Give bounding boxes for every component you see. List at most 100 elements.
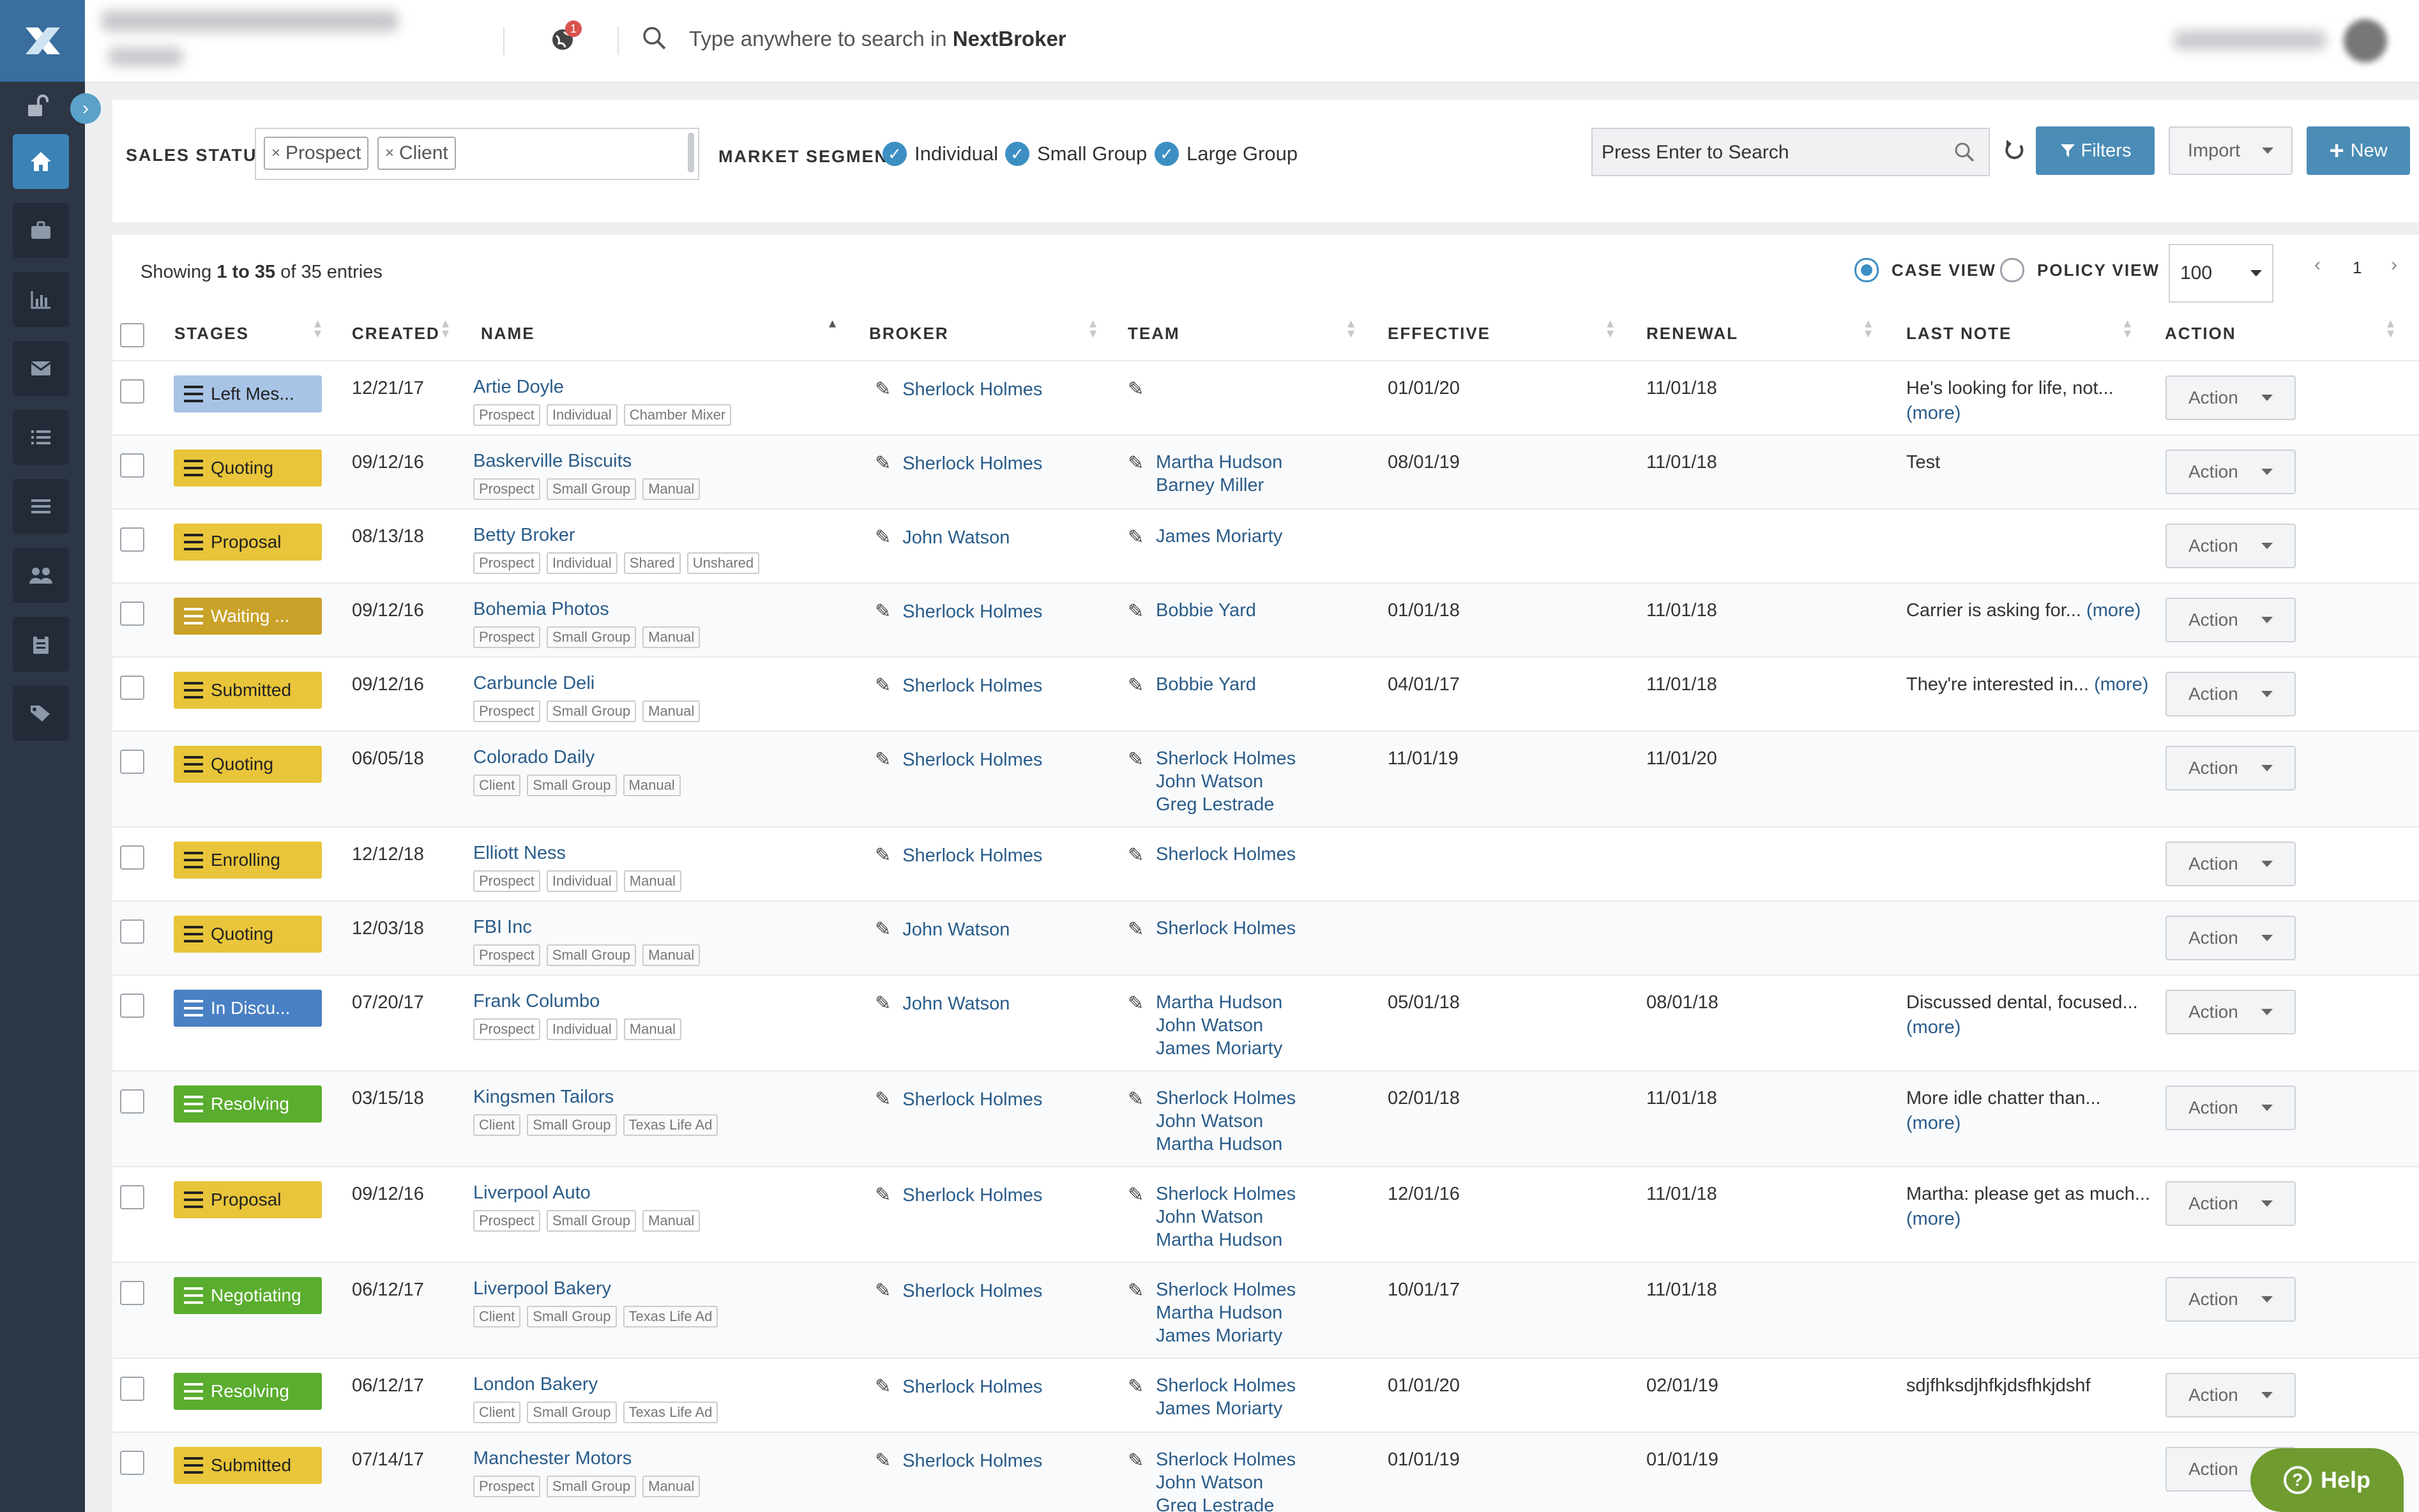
table-row[interactable]: Submitted 09/12/16 Carbuncle Deli Prospect S… bbox=[112, 656, 2419, 732]
row-checkbox[interactable] bbox=[120, 1089, 144, 1114]
stage-badge[interactable]: Enrolling bbox=[174, 842, 322, 879]
action-dropdown-button[interactable]: Action bbox=[2165, 524, 2296, 568]
sort-icon[interactable]: ▴ ▾ bbox=[2387, 316, 2394, 340]
row-checkbox[interactable] bbox=[120, 750, 144, 774]
col-created[interactable]: CREATED bbox=[352, 324, 440, 344]
edit-team-icon[interactable]: ✎ bbox=[1128, 600, 1144, 623]
sort-icon[interactable]: ▴ ▾ bbox=[2124, 316, 2131, 340]
case-name-link[interactable]: Baskerville Biscuits bbox=[473, 451, 632, 472]
action-dropdown-button[interactable]: Action bbox=[2165, 672, 2296, 716]
col-name[interactable]: NAME bbox=[481, 324, 535, 344]
chip-prospect[interactable]: × Prospect bbox=[264, 137, 369, 170]
team-member[interactable]: Sherlock Holmes bbox=[1156, 1088, 1296, 1111]
edit-broker-icon[interactable]: ✎ bbox=[875, 379, 891, 400]
remove-chip-icon[interactable]: × bbox=[385, 144, 394, 162]
edit-broker-icon[interactable]: ✎ bbox=[875, 527, 891, 548]
stage-badge[interactable]: Negotiating bbox=[174, 1277, 322, 1314]
col-broker[interactable]: BROKER bbox=[869, 324, 949, 344]
edit-team-icon[interactable]: ✎ bbox=[1128, 1280, 1144, 1302]
row-checkbox[interactable] bbox=[120, 994, 144, 1018]
edit-team-icon[interactable]: ✎ bbox=[1128, 1088, 1144, 1110]
stage-badge[interactable]: Proposal bbox=[174, 524, 322, 561]
sidebar-collapse-button[interactable]: › bbox=[70, 93, 101, 124]
more-link[interactable]: (more) bbox=[2086, 600, 2141, 621]
col-action[interactable]: ACTION bbox=[2165, 324, 2236, 344]
edit-broker-icon[interactable]: ✎ bbox=[875, 749, 891, 770]
case-name-link[interactable]: Manchester Motors bbox=[473, 1448, 632, 1469]
new-button[interactable]: + New bbox=[2307, 126, 2410, 175]
table-row[interactable]: Enrolling 12/12/18 Elliott Ness Prospect Ind… bbox=[112, 826, 2419, 902]
sort-icon[interactable]: ▴ ▾ bbox=[1347, 316, 1354, 340]
edit-team-icon[interactable]: ✎ bbox=[1128, 378, 1144, 400]
edit-broker-icon[interactable]: ✎ bbox=[875, 453, 891, 474]
stage-badge[interactable]: Quoting bbox=[174, 450, 322, 487]
col-team[interactable]: TEAM bbox=[1128, 324, 1180, 344]
col-stages[interactable]: STAGES bbox=[174, 324, 249, 344]
case-name-link[interactable]: FBI Inc bbox=[473, 917, 532, 938]
team-member[interactable]: James Moriarty bbox=[1156, 1326, 1296, 1349]
team-member[interactable]: Sherlock Holmes bbox=[1156, 1449, 1296, 1472]
page-size-select[interactable]: 100 bbox=[2169, 244, 2273, 303]
row-checkbox[interactable] bbox=[120, 379, 144, 404]
sidebar-item-contacts[interactable] bbox=[13, 548, 69, 603]
edit-broker-icon[interactable]: ✎ bbox=[875, 1089, 891, 1110]
table-row[interactable]: Resolving 03/15/18 Kingsmen Tailors Client S… bbox=[112, 1070, 2419, 1167]
sidebar-item-list[interactable] bbox=[13, 410, 69, 465]
case-name-link[interactable]: Frank Columbo bbox=[473, 991, 600, 1012]
sidebar-item-tags[interactable] bbox=[13, 686, 69, 741]
action-dropdown-button[interactable]: Action bbox=[2165, 916, 2296, 960]
sales-status-select[interactable]: × Prospect × Client bbox=[255, 128, 699, 180]
row-checkbox[interactable] bbox=[120, 527, 144, 552]
team-member[interactable]: Barney Miller bbox=[1156, 475, 1282, 498]
table-search-input[interactable]: Press Enter to Search bbox=[1591, 128, 1990, 176]
case-view-radio[interactable]: CASE VIEW bbox=[1854, 258, 1996, 282]
action-dropdown-button[interactable]: Action bbox=[2165, 1181, 2296, 1226]
table-row[interactable]: Submitted 07/14/17 Manchester Motors Prospe… bbox=[112, 1432, 2419, 1512]
row-checkbox[interactable] bbox=[120, 919, 144, 944]
team-member[interactable]: Sherlock Holmes bbox=[1156, 1280, 1296, 1303]
action-dropdown-button[interactable]: Action bbox=[2165, 375, 2296, 420]
policy-view-radio[interactable]: POLICY VIEW bbox=[2000, 258, 2160, 282]
col-last-note[interactable]: LAST NOTE bbox=[1906, 324, 2012, 344]
edit-broker-icon[interactable]: ✎ bbox=[875, 1280, 891, 1301]
stage-badge[interactable]: Resolving bbox=[174, 1373, 322, 1410]
edit-broker-icon[interactable]: ✎ bbox=[875, 1184, 891, 1206]
reset-icon[interactable] bbox=[2001, 138, 2027, 167]
edit-team-icon[interactable]: ✎ bbox=[1128, 992, 1144, 1015]
notifications-globe-icon[interactable]: 1 bbox=[550, 20, 582, 56]
action-dropdown-button[interactable]: Action bbox=[2165, 1277, 2296, 1322]
team-member[interactable]: Greg Lestrade bbox=[1156, 1495, 1296, 1512]
search-icon[interactable] bbox=[1953, 140, 1976, 163]
prev-page-button[interactable]: ‹ bbox=[2314, 254, 2321, 276]
table-row[interactable]: Quoting 12/03/18 FBI Inc Prospect Small Grou… bbox=[112, 900, 2419, 976]
filters-button[interactable]: Filters bbox=[2036, 126, 2155, 175]
sort-icon[interactable]: ▴ ▾ bbox=[442, 316, 449, 340]
row-checkbox[interactable] bbox=[120, 453, 144, 478]
action-dropdown-button[interactable]: Action bbox=[2165, 1373, 2296, 1418]
edit-broker-icon[interactable]: ✎ bbox=[875, 845, 891, 866]
edit-team-icon[interactable]: ✎ bbox=[1128, 1184, 1144, 1206]
edit-team-icon[interactable]: ✎ bbox=[1128, 1375, 1144, 1398]
team-member[interactable]: James Moriarty bbox=[1156, 1398, 1296, 1421]
edit-team-icon[interactable]: ✎ bbox=[1128, 1449, 1144, 1472]
sidebar-item-home[interactable] bbox=[13, 134, 69, 189]
team-member[interactable]: John Watson bbox=[1156, 1207, 1296, 1230]
table-row[interactable]: Proposal 09/12/16 Liverpool Auto Prospect Sm… bbox=[112, 1166, 2419, 1263]
case-name-link[interactable]: Liverpool Auto bbox=[473, 1183, 591, 1204]
table-row[interactable]: Left Mes... 12/21/17 Artie Doyle Prospect In… bbox=[112, 360, 2419, 435]
row-checkbox[interactable] bbox=[120, 1185, 144, 1209]
case-name-link[interactable]: Betty Broker bbox=[473, 525, 575, 546]
global-search-input[interactable]: Type anywhere to search in NextBroker bbox=[689, 27, 1066, 51]
team-member[interactable]: Martha Hudson bbox=[1156, 452, 1282, 475]
case-name-link[interactable]: Elliott Ness bbox=[473, 843, 566, 864]
edit-broker-icon[interactable]: ✎ bbox=[875, 993, 891, 1014]
stage-badge[interactable]: Submitted bbox=[174, 672, 322, 709]
case-name-link[interactable]: London Bakery bbox=[473, 1374, 598, 1395]
stage-badge[interactable]: Proposal bbox=[174, 1181, 322, 1218]
row-checkbox[interactable] bbox=[120, 845, 144, 870]
col-effective[interactable]: EFFECTIVE bbox=[1388, 324, 1490, 344]
stage-badge[interactable]: In Discu... bbox=[174, 990, 322, 1027]
more-link[interactable]: (more) bbox=[1906, 1017, 2138, 1038]
team-member[interactable]: John Watson bbox=[1156, 1111, 1296, 1134]
team-member[interactable]: Martha Hudson bbox=[1156, 1230, 1296, 1253]
